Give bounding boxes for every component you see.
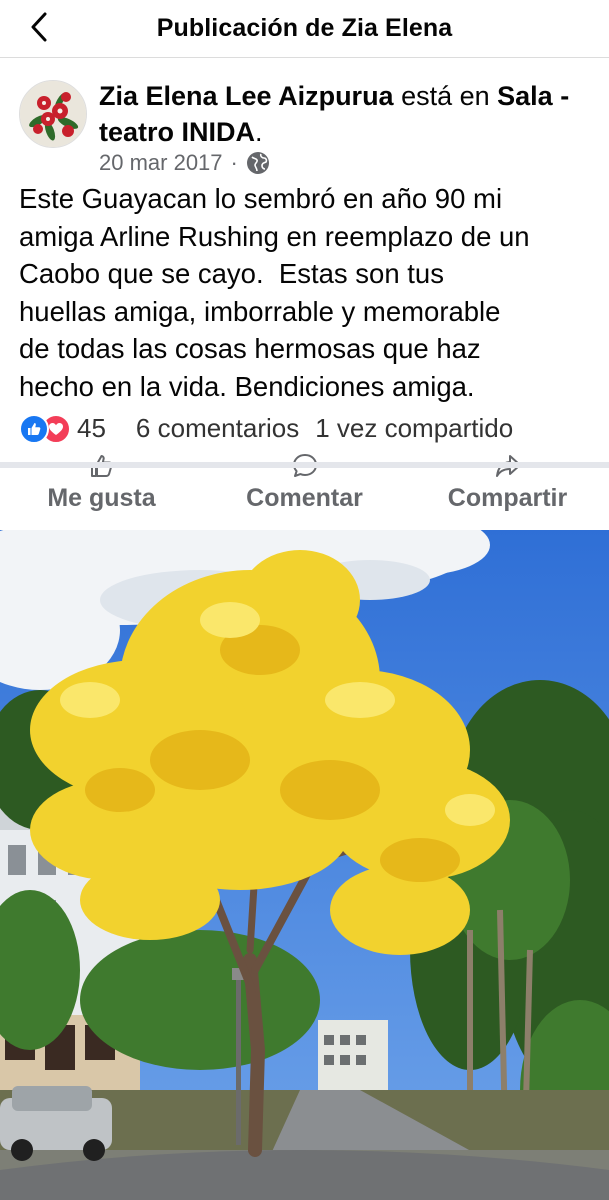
share-label: Compartir bbox=[447, 484, 568, 512]
author-name[interactable]: Zia Elena Lee Aizpurua bbox=[99, 81, 394, 111]
avatar[interactable] bbox=[19, 80, 87, 148]
post-date[interactable]: 20 mar 2017 bbox=[99, 150, 223, 176]
comment-label: Comentar bbox=[246, 484, 363, 512]
meta-separator: · bbox=[230, 150, 238, 175]
shares-count[interactable]: 1 vez compartido bbox=[315, 413, 513, 444]
location-suffix: . bbox=[255, 117, 263, 147]
comments-count[interactable]: 6 comentarios bbox=[136, 413, 299, 444]
tree-photo-illustration bbox=[0, 530, 609, 1200]
reaction-count[interactable]: 45 bbox=[77, 413, 106, 444]
flower-avatar-icon bbox=[20, 81, 86, 147]
page-title: Publicación de Zia Elena bbox=[156, 14, 453, 42]
post-photo[interactable] bbox=[0, 530, 609, 1200]
chevron-left-icon bbox=[31, 12, 47, 42]
globe-icon bbox=[246, 152, 269, 174]
like-label: Me gusta bbox=[47, 484, 156, 512]
back-button[interactable] bbox=[22, 10, 56, 44]
reaction-bar: 45 6 comentarios 1 vez compartido bbox=[19, 410, 594, 446]
post-author-line: Zia Elena Lee Aizpurua está en Sala - te… bbox=[99, 78, 599, 150]
like-icon bbox=[19, 414, 49, 444]
reaction-icons[interactable] bbox=[19, 413, 71, 444]
section-divider bbox=[0, 462, 609, 468]
post-text: Este Guayacan lo sembró en año 90 mi ami… bbox=[19, 183, 530, 402]
top-bar: Publicación de Zia Elena bbox=[0, 0, 609, 58]
post-meta: 20 mar 2017 · bbox=[99, 150, 270, 176]
location-connector: está en bbox=[393, 81, 498, 111]
